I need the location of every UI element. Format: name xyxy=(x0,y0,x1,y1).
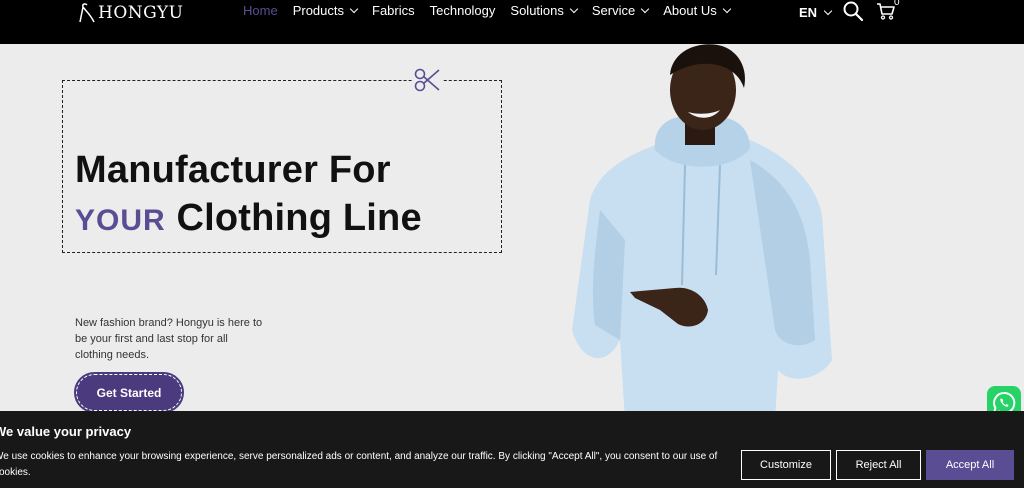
nav-label: Technology xyxy=(429,3,496,18)
nav-label: Service xyxy=(591,3,636,18)
scissors-icon xyxy=(412,64,442,94)
main-nav: Home Products Fabrics Technology Solutio… xyxy=(243,3,745,18)
headline-rest: Clothing Line xyxy=(176,197,422,239)
nav-label: Home xyxy=(243,3,278,18)
get-started-button[interactable]: Get Started xyxy=(74,372,184,413)
cookie-description: We use cookies to enhance your browsing … xyxy=(0,451,718,478)
nav-item-about-us[interactable]: About Us xyxy=(663,3,731,18)
hero-tagline: New fashion brand? Hongyu is here to be … xyxy=(75,317,263,361)
hero-model-image xyxy=(572,44,832,420)
nav-label: Products xyxy=(292,3,344,18)
cookie-title: We value your privacy xyxy=(0,424,132,439)
nav-label: Solutions xyxy=(510,3,564,18)
hanger-logo-icon xyxy=(79,3,95,23)
hero-headline: Manufacturer For YOUR Clothing Line xyxy=(75,146,422,245)
reject-all-button[interactable]: Reject All xyxy=(836,450,921,480)
nav-item-solutions[interactable]: Solutions xyxy=(510,3,579,18)
brand-logo[interactable]: HONGYU xyxy=(76,2,183,24)
search-icon[interactable] xyxy=(843,1,863,21)
nav-item-technology[interactable]: Technology xyxy=(430,3,496,18)
chevron-down-icon xyxy=(722,4,731,13)
nav-item-products[interactable]: Products xyxy=(292,3,359,18)
chevron-down-icon xyxy=(569,4,579,13)
headline-accent: YOUR xyxy=(75,204,166,237)
nav-item-home[interactable]: Home xyxy=(243,3,278,18)
chevron-down-icon xyxy=(349,4,359,13)
nav-label: About Us xyxy=(663,3,717,18)
nav-label: Fabrics xyxy=(372,3,415,18)
language-label: EN xyxy=(799,5,818,20)
cart-icon[interactable] xyxy=(876,2,896,20)
chevron-down-icon xyxy=(641,4,650,13)
site-header: HONGYU Home Products Fabrics Technology … xyxy=(0,0,1024,44)
nav-item-fabrics[interactable]: Fabrics xyxy=(372,3,415,18)
chevron-down-icon xyxy=(823,6,833,15)
customize-button[interactable]: Customize xyxy=(741,450,831,480)
headline-line-1: Manufacturer For xyxy=(75,149,391,191)
cookie-consent-banner: We value your privacy We use cookies to … xyxy=(0,411,1024,488)
nav-item-service[interactable]: Service xyxy=(591,3,650,18)
headline-line-2: YOUR Clothing Line xyxy=(75,194,422,245)
language-selector[interactable]: EN xyxy=(799,5,833,20)
cart-count-badge: 0 xyxy=(894,0,900,8)
accept-all-button[interactable]: Accept All xyxy=(926,450,1014,480)
brand-name: HONGYU xyxy=(98,3,184,23)
